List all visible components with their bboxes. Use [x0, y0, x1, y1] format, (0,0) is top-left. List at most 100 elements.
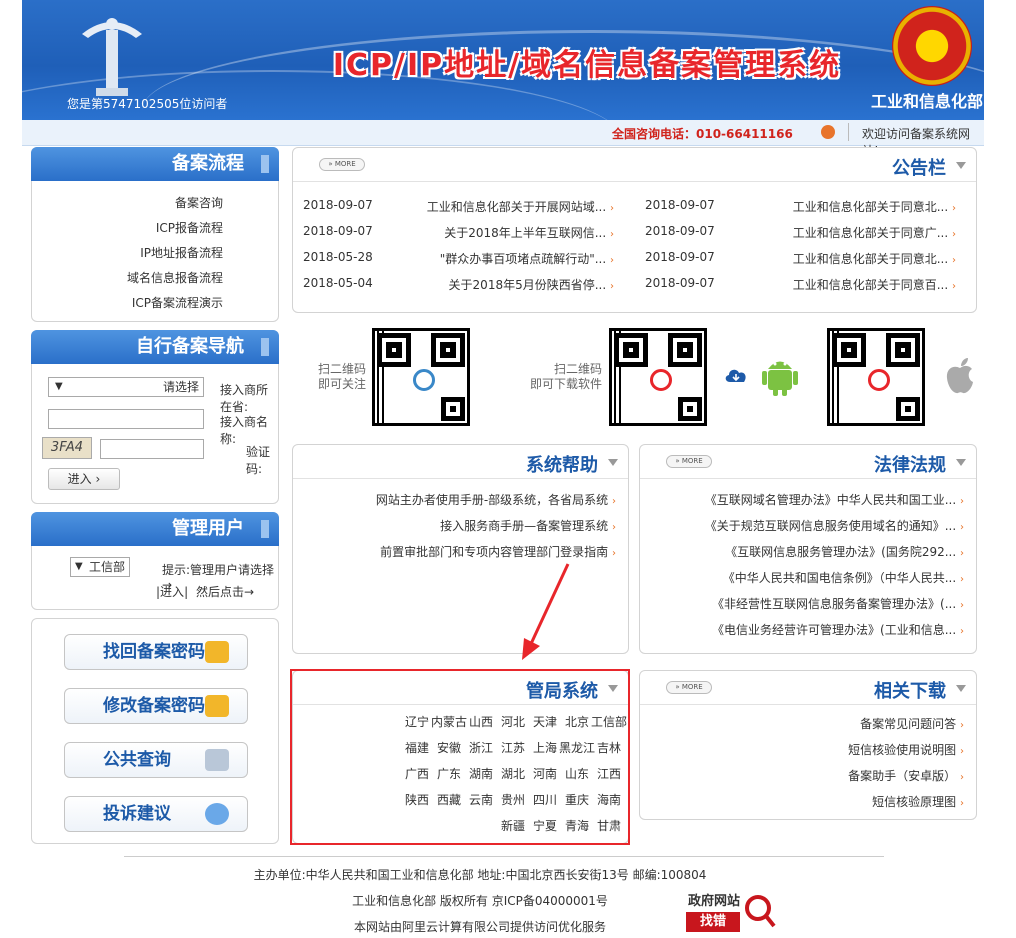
bureau-province-link[interactable]: 河北: [495, 713, 531, 730]
notice-item[interactable]: 工业和信息化部关于同意百... ›: [793, 276, 956, 293]
national-emblem-icon: [892, 6, 972, 86]
bureau-province-link[interactable]: 青海: [559, 817, 595, 834]
bureau-province-link[interactable]: 吉林: [591, 739, 627, 756]
bureau-province-link[interactable]: 天津: [527, 713, 563, 730]
change-password-button[interactable]: 修改备案密码: [64, 688, 248, 724]
bureau-province-link[interactable]: 福建: [399, 739, 435, 756]
apple-icon[interactable]: [944, 356, 976, 396]
bureau-province-link[interactable]: 安徽: [431, 739, 467, 756]
process-item[interactable]: 备案咨询: [175, 194, 223, 211]
bureau-province-link[interactable]: 江苏: [495, 739, 531, 756]
bureau-province-link[interactable]: 云南: [463, 791, 499, 808]
help-item[interactable]: 前置审批部门和专项内容管理部门登录指南 ›: [380, 543, 616, 560]
process-item[interactable]: ICP报备流程: [156, 219, 223, 236]
captcha-image[interactable]: 3FA4: [42, 437, 92, 459]
triangle-icon: [956, 459, 966, 466]
system-title: ICP/IP地址/域名信息备案管理系统: [332, 48, 842, 83]
cloud-download-icon[interactable]: [724, 366, 748, 384]
notice-item[interactable]: "群众办事百项堵点疏解行动"... ›: [440, 250, 614, 267]
org-name: 工业和信息化部: [870, 92, 983, 111]
isp-name-label: 接入商名称:: [220, 415, 269, 446]
law-item[interactable]: 《互联网信息服务管理办法》(国务院292... ›: [725, 543, 964, 560]
notice-date: 2018-09-07: [645, 224, 715, 238]
download-item[interactable]: 备案常见问题问答 ›: [860, 715, 964, 732]
notice-item[interactable]: 工业和信息化部关于开展网站域... ›: [427, 198, 614, 215]
download-more-button[interactable]: » MORE: [666, 681, 712, 694]
search-doc-icon: [205, 749, 229, 771]
law-more-button[interactable]: » MORE: [666, 455, 712, 468]
bureau-province-link[interactable]: 山东: [559, 765, 595, 782]
bureau-province-link[interactable]: 内蒙古: [431, 713, 467, 730]
bureau-province-link[interactable]: 海南: [591, 791, 627, 808]
notice-more-button[interactable]: » MORE: [319, 158, 365, 171]
download-item[interactable]: 短信核验使用说明图 ›: [848, 741, 964, 758]
law-header: 法律法规 » MORE: [640, 445, 976, 479]
mgmt-enter-link[interactable]: |进入|: [156, 583, 188, 600]
bureau-province-link[interactable]: 四川: [527, 791, 563, 808]
bureau-province-link[interactable]: 西藏: [431, 791, 467, 808]
download-item[interactable]: 短信核验原理图 ›: [872, 793, 964, 810]
bureau-province-link[interactable]: 工信部: [591, 713, 627, 730]
province-select[interactable]: 请选择 ▼: [48, 377, 204, 397]
android-icon[interactable]: [762, 356, 798, 396]
complaint-button[interactable]: 投诉建议: [64, 796, 248, 832]
enter-button[interactable]: 进入 ›: [48, 468, 120, 490]
bureau-province-link[interactable]: 重庆: [559, 791, 595, 808]
self-nav-title: 自行备案导航: [31, 330, 279, 364]
bureau-province-link[interactable]: 湖北: [495, 765, 531, 782]
hotline-text: 全国咨询电话：010-66411166: [612, 127, 793, 141]
bureau-title: 管局系统: [526, 681, 598, 702]
isp-name-input[interactable]: [48, 409, 204, 429]
notice-date: 2018-09-07: [645, 276, 715, 290]
bureau-header: 管局系统: [293, 671, 628, 705]
notice-date: 2018-05-28: [303, 250, 373, 264]
bureau-province-link[interactable]: 新疆: [495, 817, 531, 834]
bureau-province-link[interactable]: 广东: [431, 765, 467, 782]
notice-item[interactable]: 关于2018年上半年互联网信... ›: [444, 224, 614, 241]
app-qr-code: [609, 328, 707, 426]
help-item[interactable]: 网站主办者使用手册-部级系统，各省局系统 ›: [376, 491, 616, 508]
law-item[interactable]: 《电信业务经营许可管理办法》(工业和信息... ›: [712, 621, 964, 638]
notice-item[interactable]: 工业和信息化部关于同意广... ›: [793, 224, 956, 241]
notice-title: 公告栏: [892, 158, 946, 179]
law-title: 法律法规: [874, 455, 946, 476]
triangle-icon: [956, 162, 966, 169]
bureau-province-link[interactable]: 宁夏: [527, 817, 563, 834]
notice-item[interactable]: 关于2018年5月份陕西省停... ›: [449, 276, 614, 293]
process-item[interactable]: 域名信息报备流程: [127, 269, 223, 286]
gov-badge-top: 政府网站: [687, 894, 740, 909]
bureau-province-link[interactable]: 浙江: [463, 739, 499, 756]
bureau-province-link[interactable]: 甘肃: [591, 817, 627, 834]
bureau-province-link[interactable]: 广西: [399, 765, 435, 782]
law-item[interactable]: 《非经营性互联网信息服务备案管理办法》(... ›: [712, 595, 964, 612]
law-item[interactable]: 《互联网域名管理办法》中华人民共和国工业... ›: [705, 491, 964, 508]
bureau-province-link[interactable]: 山西: [463, 713, 499, 730]
bureau-province-link[interactable]: 辽宁: [399, 713, 435, 730]
gov-site-error-badge[interactable]: 政府网站 找错: [676, 888, 776, 934]
law-item[interactable]: 《中华人民共和国电信条例》（中华人民共... ›: [723, 569, 964, 586]
help-header: 系统帮助: [293, 445, 628, 479]
notice-item[interactable]: 工业和信息化部关于同意北... ›: [793, 198, 956, 215]
bureau-province-link[interactable]: 贵州: [495, 791, 531, 808]
public-query-button[interactable]: 公共查询: [64, 742, 248, 778]
bureau-province-link[interactable]: 上海: [527, 739, 563, 756]
download-title: 相关下载: [874, 681, 946, 702]
mgmt-select[interactable]: 工信部 ▼: [70, 557, 130, 577]
bureau-province-link[interactable]: 陕西: [399, 791, 435, 808]
download-item[interactable]: 备案助手（安卓版） ›: [848, 767, 964, 784]
law-panel: 法律法规 » MORE 《互联网域名管理办法》中华人民共和国工业... › 《关…: [639, 444, 977, 654]
process-item[interactable]: IP地址报备流程: [140, 244, 223, 261]
law-item[interactable]: 《关于规范互联网信息服务使用域名的通知》... ›: [705, 517, 964, 534]
bureau-province-link[interactable]: 黑龙江: [559, 739, 595, 756]
footer-divider: [124, 856, 884, 857]
bureau-province-link[interactable]: 河南: [527, 765, 563, 782]
process-item[interactable]: ICP备案流程演示: [132, 294, 223, 311]
find-password-button[interactable]: 找回备案密码: [64, 634, 248, 670]
notice-header: 公告栏 » MORE: [293, 148, 976, 182]
notice-item[interactable]: 工业和信息化部关于同意北... ›: [793, 250, 956, 267]
help-item[interactable]: 接入服务商手册—备案管理系统 ›: [440, 517, 616, 534]
bureau-province-link[interactable]: 北京: [559, 713, 595, 730]
bureau-province-link[interactable]: 湖南: [463, 765, 499, 782]
captcha-input[interactable]: [100, 439, 204, 459]
bureau-province-link[interactable]: 江西: [591, 765, 627, 782]
